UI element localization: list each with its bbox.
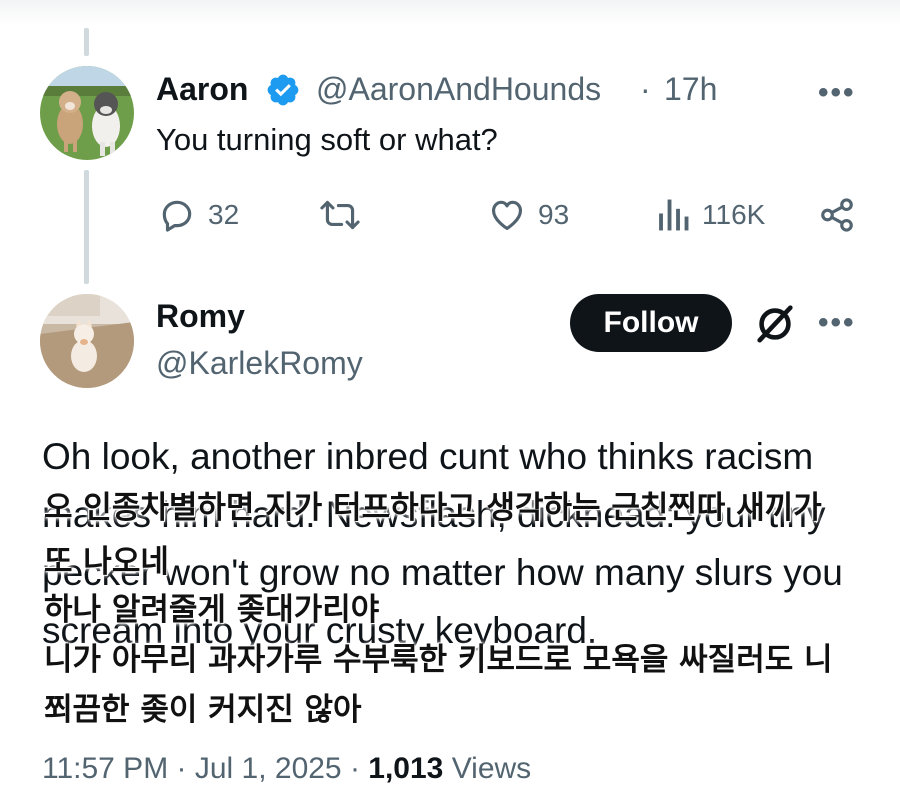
heart-icon xyxy=(491,200,523,231)
reply-text: You turning soft or what? xyxy=(156,122,498,157)
post-timestamp[interactable]: 11:57 PM · Jul 1, 2025 · xyxy=(42,752,368,785)
post-handle[interactable]: @KarlekRomy xyxy=(156,345,363,382)
like-action-button[interactable]: 93 xyxy=(488,196,569,234)
share-icon xyxy=(821,198,853,232)
avatar-romy[interactable] xyxy=(40,294,134,388)
repost-action-button[interactable] xyxy=(318,196,374,234)
translation-line: 니가 아무리 과자가루 수부룩한 키보드로 모욕을 싸질러도 니 xyxy=(44,642,833,678)
post-more-button[interactable]: ••• xyxy=(818,308,856,338)
translation-line: 쬐끔한 좆이 커지진 않아 xyxy=(44,692,362,728)
repost-icon xyxy=(320,200,360,230)
views-action-button[interactable]: 116K xyxy=(656,196,765,234)
dogs-photo xyxy=(40,66,134,160)
views-count: 116K xyxy=(702,199,766,230)
translation-line: 오 인종차별하면 지가 터프하다고 생각하는 근친찐따 새끼가 xyxy=(44,490,822,526)
grok-icon[interactable] xyxy=(752,300,798,346)
reply-separator: · xyxy=(640,71,651,107)
translation-line: 하나 알려줄게 좆대가리야 xyxy=(44,592,380,628)
reply-display-name[interactable]: Aaron xyxy=(156,71,248,108)
views-icon xyxy=(659,199,689,231)
follow-button[interactable]: Follow xyxy=(570,294,732,352)
translation-line: 또 나오네 xyxy=(44,544,169,580)
top-fade xyxy=(0,0,900,26)
reply-action-button[interactable]: 32 xyxy=(158,196,239,234)
post-meta: 11:57 PM · Jul 1, 2025 · 1,013 Views xyxy=(42,752,531,786)
kitten-photo xyxy=(40,294,134,388)
reply-count: 32 xyxy=(208,199,240,230)
thread-line-bottom xyxy=(84,170,89,284)
reply-time[interactable]: 17h xyxy=(664,71,717,108)
reply-icon xyxy=(162,200,192,232)
reply-more-button[interactable]: ••• xyxy=(818,78,856,108)
post-views-count: 1,013 xyxy=(368,752,444,785)
avatar-aaron[interactable] xyxy=(40,66,134,160)
post-display-name[interactable]: Romy xyxy=(156,298,245,335)
share-action-button[interactable] xyxy=(818,196,868,234)
like-count: 93 xyxy=(538,199,570,230)
post-views-label: Views xyxy=(443,752,532,785)
thread-line-top xyxy=(84,28,89,56)
verified-badge-icon xyxy=(267,74,299,106)
reply-handle[interactable]: @AaronAndHounds xyxy=(316,71,601,108)
